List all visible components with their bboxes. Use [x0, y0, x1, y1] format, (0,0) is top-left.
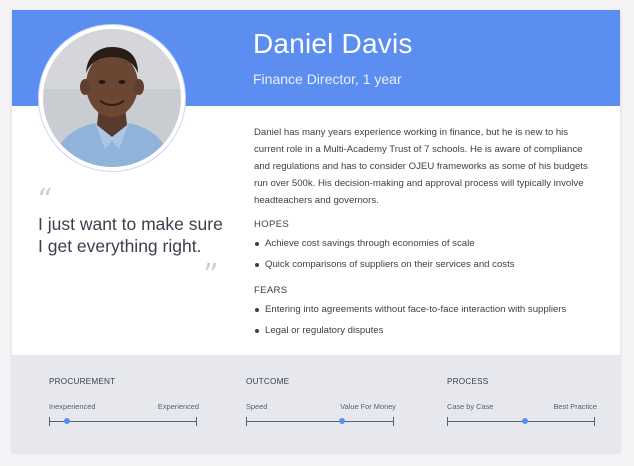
avatar-photo [43, 29, 181, 167]
scale-tick-left [246, 417, 247, 426]
hopes-heading: HOPES [254, 219, 290, 230]
scale-title: OUTCOME [246, 377, 290, 386]
scale-high-label: Experienced [157, 402, 199, 411]
persona-role: Finance Director, 1 year [253, 71, 402, 87]
scale-track [49, 421, 197, 422]
scale-tick-right [594, 417, 595, 426]
scale-track [246, 421, 394, 422]
fears-heading: FEARS [254, 285, 288, 296]
scale-track [447, 421, 595, 422]
persona-quote: I just want to make sure I get everythin… [38, 214, 223, 256]
scale-low-label: Inexperienced [49, 402, 96, 411]
scale-tick-left [447, 417, 448, 426]
open-quote-icon: “ [37, 183, 53, 218]
scale-title: PROCESS [447, 377, 489, 386]
scales-footer: PROCUREMENT Inexperienced Experienced OU… [12, 355, 620, 452]
scale-tick-right [393, 417, 394, 426]
scale-low-label: Speed [246, 402, 268, 411]
persona-card: Daniel Davis Finance Director, 1 year “ … [12, 10, 620, 452]
list-item: Achieve cost savings through economies o… [254, 233, 515, 254]
scale-title: PROCUREMENT [49, 377, 116, 386]
scale-high-label: Value For Money [340, 402, 396, 411]
list-item: Quick comparisons of suppliers on their … [254, 254, 515, 275]
scale-marker [339, 418, 346, 424]
avatar [43, 29, 181, 167]
list-item: Entering into agreements without face-to… [254, 299, 566, 320]
hopes-list: Achieve cost savings through economies o… [254, 233, 515, 275]
scale-high-label: Best Practice [553, 402, 597, 411]
close-quote-icon: ” [203, 258, 219, 293]
persona-name: Daniel Davis [253, 28, 413, 59]
scale-tick-right [196, 417, 197, 426]
list-item: Legal or regulatory disputes [254, 320, 566, 341]
persona-bio: Daniel has many years experience working… [254, 127, 588, 206]
fears-list: Entering into agreements without face-to… [254, 299, 566, 341]
scale-tick-left [49, 417, 50, 426]
scale-marker [522, 418, 529, 424]
scale-marker [63, 418, 70, 424]
scale-low-label: Case by Case [447, 402, 494, 411]
